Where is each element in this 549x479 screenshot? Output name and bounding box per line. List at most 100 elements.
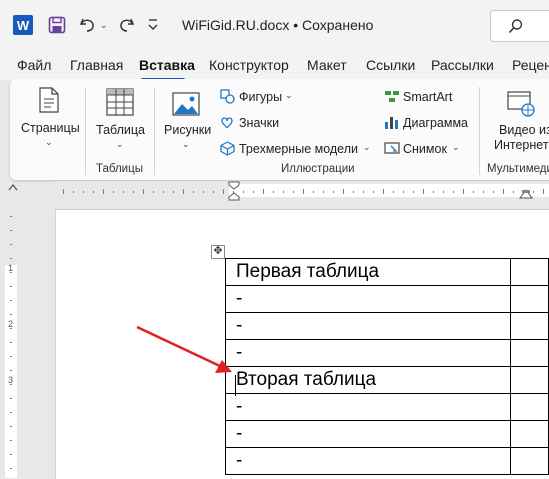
shapes-icon xyxy=(220,89,235,104)
table-cell[interactable] xyxy=(510,285,549,313)
pictures-dropdown-icon[interactable]: ⌄ xyxy=(182,139,190,150)
screenshot-icon xyxy=(384,142,400,154)
ruler-tick xyxy=(10,216,12,217)
vertical-ruler[interactable]: 1 2 3 xyxy=(0,208,20,478)
ruler-tick xyxy=(393,191,394,193)
tab-references[interactable]: Ссылки xyxy=(366,57,415,73)
word-logo-icon: W xyxy=(13,15,37,35)
table-cell[interactable]: - xyxy=(224,447,512,475)
ruler-tick xyxy=(363,191,364,193)
undo-dropdown-icon[interactable]: ⌄ xyxy=(100,20,108,31)
title-bar: W ⌄ WiFiGid.RU.docx • Сохранено xyxy=(0,0,549,50)
table-cell[interactable]: Первая таблица xyxy=(224,258,512,286)
ribbon-separator xyxy=(85,87,86,175)
ruler-tick xyxy=(463,189,464,194)
document-table[interactable]: Первая таблица - - - Вторая таблица - - … xyxy=(224,258,549,475)
ruler-tick xyxy=(123,191,124,193)
ruler-tick xyxy=(10,412,12,413)
redo-icon[interactable] xyxy=(116,15,136,35)
3d-models-button[interactable]: Трехмерные модели xyxy=(239,142,358,156)
ruler-tick xyxy=(183,189,184,194)
illustrations-group-label: Иллюстрации xyxy=(281,163,355,175)
online-video-label-1[interactable]: Видео из xyxy=(499,123,549,137)
indent-marker-icon[interactable] xyxy=(228,181,240,201)
pages-button[interactable]: Страницы xyxy=(21,121,80,135)
tab-file[interactable]: Файл xyxy=(17,57,51,73)
ruler-tick xyxy=(383,189,384,194)
table-cell[interactable] xyxy=(510,420,549,448)
ruler-tick xyxy=(513,191,514,193)
pictures-button[interactable]: Рисунки xyxy=(164,123,211,137)
table-cell[interactable]: - xyxy=(224,285,512,313)
table-cell[interactable]: - xyxy=(224,339,512,367)
table-cell[interactable] xyxy=(510,312,549,340)
ruler-tick xyxy=(193,191,194,193)
table-row: - xyxy=(224,447,549,475)
shapes-button[interactable]: Фигуры xyxy=(239,90,282,104)
ruler-tick xyxy=(10,426,12,427)
table-move-handle-icon[interactable]: ✥ xyxy=(211,245,225,259)
undo-icon[interactable] xyxy=(78,15,98,35)
3d-models-dropdown-icon[interactable]: ⌄ xyxy=(363,142,371,153)
table-row: - xyxy=(224,339,549,367)
ruler-tick xyxy=(283,191,284,193)
shapes-dropdown-icon[interactable]: ⌄ xyxy=(285,90,293,101)
tab-home[interactable]: Главная xyxy=(70,57,123,73)
ruler-tick xyxy=(543,189,544,194)
screenshot-button[interactable]: Снимок xyxy=(403,142,447,156)
document-title: WiFiGid.RU.docx • Сохранено xyxy=(182,17,374,33)
ruler-tick xyxy=(263,189,264,194)
table-cell[interactable] xyxy=(510,447,549,475)
online-video-label-2[interactable]: Интернета xyxy=(494,138,549,152)
table-button[interactable]: Таблица xyxy=(96,123,145,137)
ruler-tick xyxy=(353,191,354,193)
ruler-tick xyxy=(10,300,12,301)
chart-button[interactable]: Диаграмма xyxy=(403,116,468,130)
table-cell[interactable] xyxy=(510,258,549,286)
tables-group-label: Таблицы xyxy=(96,163,143,175)
ruler-tick xyxy=(313,191,314,193)
tab-design[interactable]: Конструктор xyxy=(209,57,289,73)
ruler-tick xyxy=(10,342,12,343)
pages-dropdown-icon[interactable]: ⌄ xyxy=(45,137,53,148)
horizontal-ruler[interactable] xyxy=(55,181,549,201)
ruler-tick xyxy=(443,191,444,193)
screenshot-dropdown-icon[interactable]: ⌄ xyxy=(452,142,460,153)
ruler-tick xyxy=(373,191,374,193)
ruler-tick xyxy=(163,191,164,193)
ruler-tick xyxy=(403,191,404,193)
tab-insert[interactable]: Вставка xyxy=(139,57,195,73)
smartart-icon xyxy=(385,91,399,102)
table-cell[interactable] xyxy=(510,393,549,421)
table-dropdown-icon[interactable]: ⌄ xyxy=(116,139,124,150)
ruler-tick xyxy=(103,189,104,194)
collapse-ribbon-icon[interactable] xyxy=(8,183,18,191)
table-cell[interactable]: - xyxy=(224,312,512,340)
tab-layout[interactable]: Макет xyxy=(307,57,347,73)
vertical-ruler-text-area xyxy=(5,265,17,478)
ruler-tick xyxy=(63,189,64,194)
ribbon-separator xyxy=(154,87,155,175)
icons-button[interactable]: Значки xyxy=(239,116,279,130)
search-input[interactable] xyxy=(490,10,549,42)
ruler-tick xyxy=(503,189,504,194)
smartart-button[interactable]: SmartArt xyxy=(403,90,452,104)
ruler-tick xyxy=(113,191,114,193)
ruler-text-area xyxy=(229,184,549,197)
table-cell[interactable]: - xyxy=(224,393,512,421)
ruler-tick xyxy=(133,191,134,193)
table-cell[interactable] xyxy=(510,366,549,394)
ruler-tick xyxy=(10,384,12,385)
table-row: - xyxy=(224,312,549,340)
tab-mailings[interactable]: Рассылки xyxy=(431,57,494,73)
table-column-marker-icon[interactable] xyxy=(519,187,533,199)
save-icon[interactable] xyxy=(48,16,66,34)
tab-review[interactable]: Рецен xyxy=(512,57,549,73)
table-cell[interactable]: Вторая таблица xyxy=(224,366,512,394)
ruler-tick xyxy=(203,191,204,193)
pages-icon xyxy=(39,87,59,113)
customize-icon[interactable] xyxy=(146,17,160,33)
ruler-tick xyxy=(10,328,12,329)
table-cell[interactable]: - xyxy=(224,420,512,448)
table-cell[interactable] xyxy=(510,339,549,367)
